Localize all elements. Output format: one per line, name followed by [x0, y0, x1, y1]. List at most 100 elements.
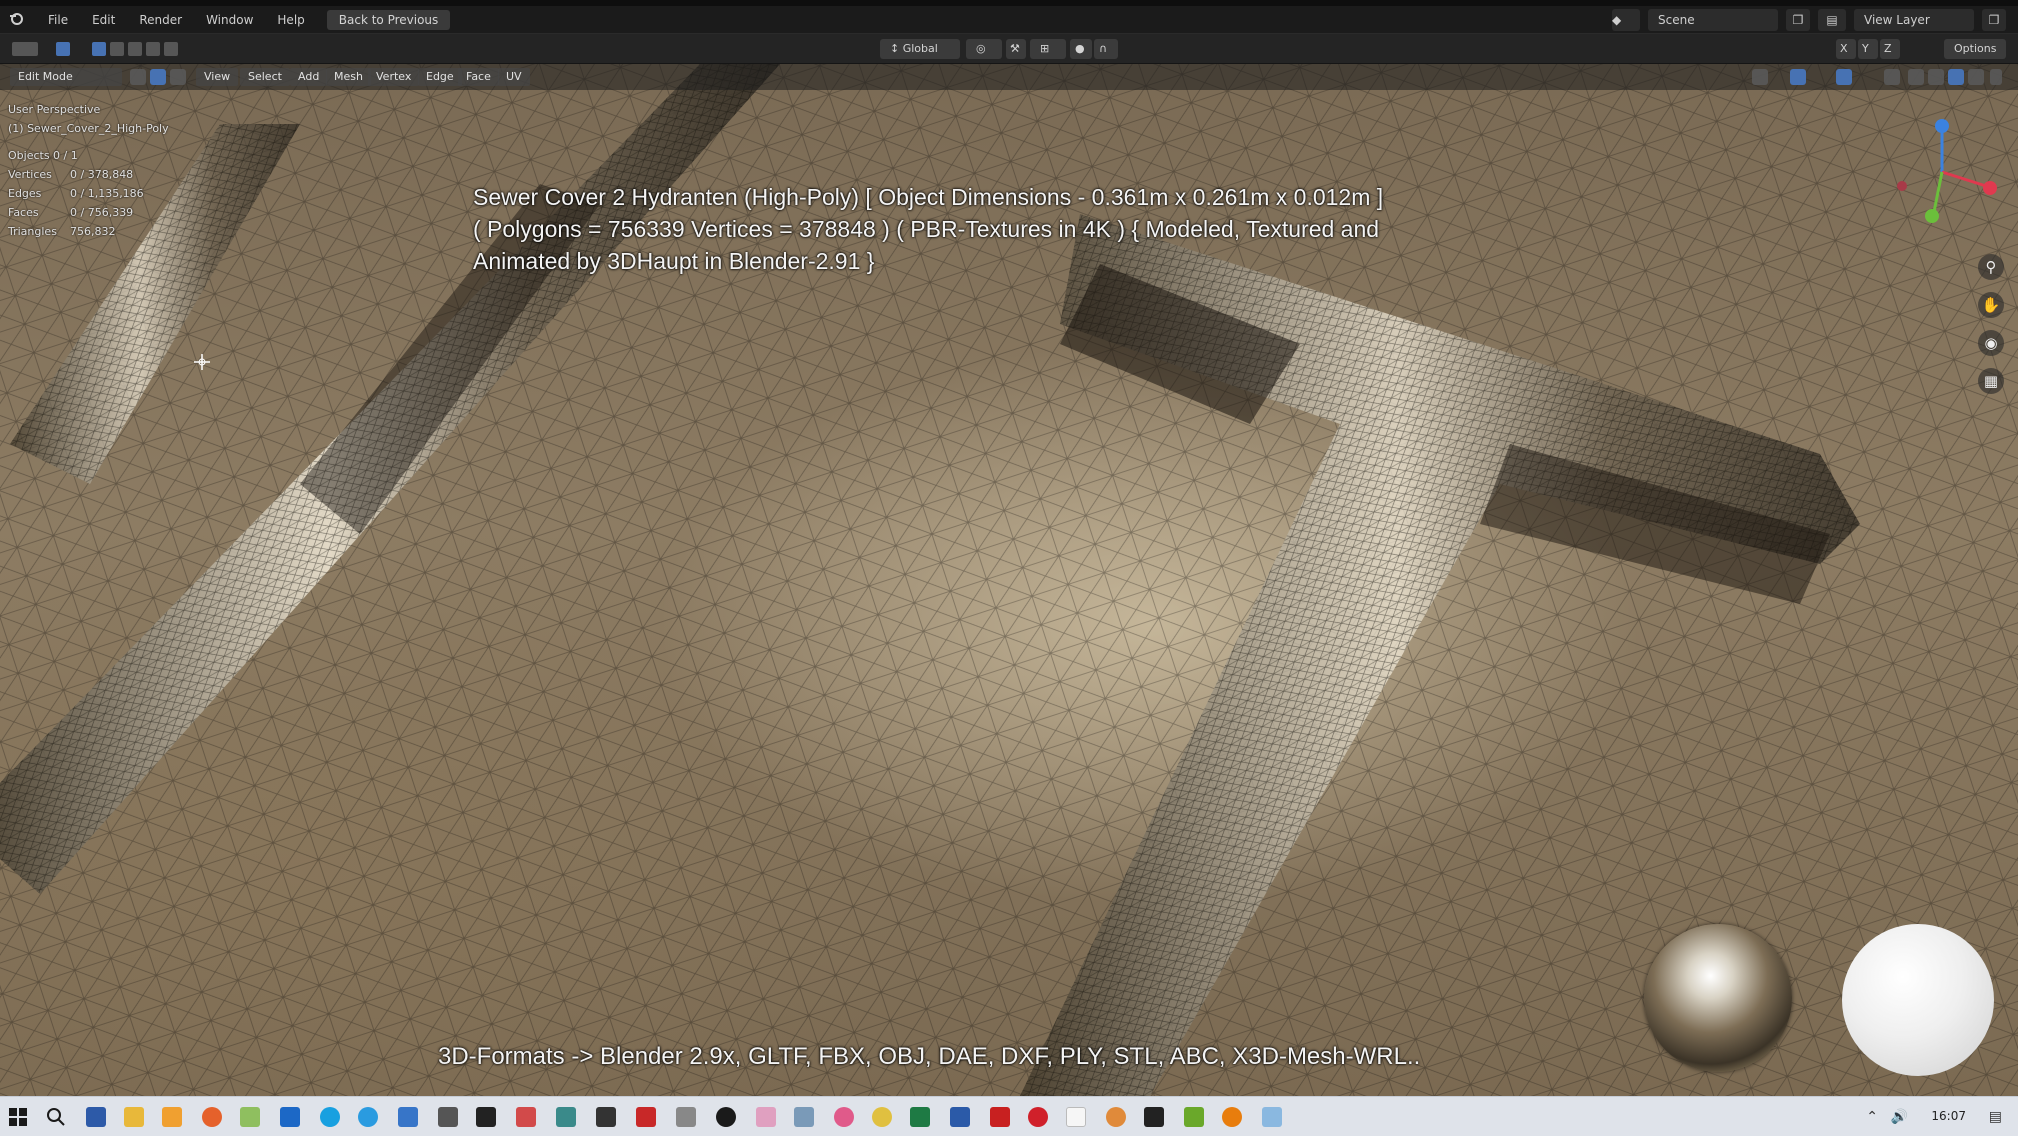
pan-hand-icon[interactable]: ✋: [1978, 292, 2004, 318]
save-app-icon[interactable]: [86, 1107, 106, 1127]
notification-center-icon[interactable]: ▤: [1989, 1109, 2002, 1125]
pivot-point-dropdown[interactable]: ◎: [966, 39, 1002, 59]
skype-icon[interactable]: [320, 1107, 340, 1127]
transform-orientation-dropdown[interactable]: ↕ Global: [880, 39, 960, 59]
select-box-icon[interactable]: [92, 42, 106, 56]
terminal-icon[interactable]: [1144, 1107, 1164, 1127]
menu-window[interactable]: Window: [194, 13, 265, 27]
menu-face[interactable]: Face: [458, 68, 499, 86]
search-icon[interactable]: [46, 1107, 66, 1127]
menu-mesh[interactable]: Mesh: [326, 68, 371, 86]
shading-options-icon[interactable]: [1990, 69, 2002, 85]
objects-count: Objects 0 / 1: [8, 149, 78, 162]
new-view-layer-icon[interactable]: ❐: [1982, 9, 2006, 31]
show-hidden-icons-icon[interactable]: ⌃: [1866, 1109, 1878, 1125]
app-orange-icon[interactable]: [1106, 1107, 1126, 1127]
menu-view[interactable]: View: [196, 68, 239, 86]
edge-select-icon[interactable]: [150, 69, 166, 85]
menu-edit[interactable]: Edit: [80, 13, 127, 27]
gizmo-toggle-icon[interactable]: [1790, 69, 1806, 85]
view-object-types-icon[interactable]: [1752, 69, 1768, 85]
app-circle-icon[interactable]: [716, 1107, 736, 1127]
new-scene-icon[interactable]: ❐: [1786, 9, 1810, 31]
menu-add[interactable]: Add: [290, 68, 328, 86]
app-dark-icon[interactable]: [438, 1107, 458, 1127]
app-red-icon[interactable]: [516, 1107, 536, 1127]
notepad-icon[interactable]: [240, 1107, 260, 1127]
app-green-icon[interactable]: [1184, 1107, 1204, 1127]
view-layer-field[interactable]: View Layer: [1854, 9, 1974, 31]
app-color-icon[interactable]: [834, 1107, 854, 1127]
select-subtract-icon[interactable]: [128, 42, 142, 56]
perspective-label: User Perspective: [8, 103, 101, 116]
menu-file[interactable]: File: [36, 13, 80, 27]
folder-icon[interactable]: [162, 1107, 182, 1127]
app-calc-icon[interactable]: [794, 1107, 814, 1127]
hdri-chrome-preview-sphere: [1644, 924, 1792, 1072]
app-blue-icon[interactable]: [398, 1107, 418, 1127]
back-to-previous-button[interactable]: Back to Previous: [326, 9, 451, 30]
scene-icon[interactable]: ◆: [1612, 9, 1640, 31]
zoom-icon[interactable]: ⚲: [1978, 254, 2004, 280]
mesh-symmetry-z[interactable]: Z: [1880, 39, 1900, 59]
app-diamond-icon[interactable]: [596, 1107, 616, 1127]
app-photo-icon[interactable]: [1262, 1107, 1282, 1127]
menu-vertex[interactable]: Vertex: [368, 68, 420, 86]
xray-toggle-icon[interactable]: [1884, 69, 1900, 85]
3d-viewport[interactable]: Edit Mode View Select Add Mesh Vertex Ed…: [0, 64, 2018, 1096]
select-invert-icon[interactable]: [146, 42, 160, 56]
app-pen-icon[interactable]: [556, 1107, 576, 1127]
menu-select[interactable]: Select: [240, 68, 290, 86]
shading-material-icon[interactable]: [1948, 69, 1964, 85]
perspective-toggle-icon[interactable]: ▦: [1978, 368, 2004, 394]
options-dropdown[interactable]: Options: [1944, 39, 2007, 59]
shading-rendered-icon[interactable]: [1968, 69, 1984, 85]
edge-browser-icon[interactable]: [358, 1107, 378, 1127]
menu-edge[interactable]: Edge: [418, 68, 462, 86]
volume-icon[interactable]: 🔊: [1891, 1109, 1908, 1125]
face-select-icon[interactable]: [170, 69, 186, 85]
navigation-gizmo[interactable]: [1882, 112, 2002, 252]
overlay-toggle-icon[interactable]: [1836, 69, 1852, 85]
windows-start-icon[interactable]: [8, 1107, 28, 1127]
menu-uv[interactable]: UV: [498, 68, 530, 86]
word-icon[interactable]: [950, 1107, 970, 1127]
firefox-icon[interactable]: [202, 1107, 222, 1127]
app-pdf-icon[interactable]: [636, 1107, 656, 1127]
outlook-icon[interactable]: [280, 1107, 300, 1127]
app-black-icon[interactable]: [476, 1107, 496, 1127]
camera-view-icon[interactable]: ◉: [1978, 330, 2004, 356]
app-star-icon[interactable]: [990, 1107, 1010, 1127]
scene-field[interactable]: Scene: [1648, 9, 1778, 31]
3d-cursor-icon[interactable]: [194, 354, 210, 370]
opera-icon[interactable]: [1028, 1107, 1048, 1127]
blender-logo-icon[interactable]: [0, 10, 36, 29]
taskbar-clock[interactable]: 16:07: [1931, 1109, 1966, 1123]
proportional-edit-toggle[interactable]: ●: [1070, 39, 1092, 59]
app-gray-icon[interactable]: [676, 1107, 696, 1127]
select-extend-icon[interactable]: [110, 42, 124, 56]
mode-dropdown[interactable]: Edit Mode: [10, 68, 122, 86]
view-layer-icon[interactable]: ▤: [1818, 9, 1846, 31]
file-explorer-icon[interactable]: [124, 1107, 144, 1127]
select-intersect-icon[interactable]: [164, 42, 178, 56]
mesh-symmetry-y[interactable]: Y: [1858, 39, 1878, 59]
snap-target-dropdown[interactable]: ⊞: [1030, 39, 1066, 59]
falloff-dropdown[interactable]: ∩: [1094, 39, 1118, 59]
menu-help[interactable]: Help: [265, 13, 316, 27]
snap-toggle[interactable]: ⚒: [1006, 39, 1026, 59]
select-tool-icon[interactable]: [56, 42, 70, 56]
app-paint-icon[interactable]: [756, 1107, 776, 1127]
orientation-icon: ↕: [890, 42, 903, 55]
blender-taskbar-icon[interactable]: [1222, 1107, 1242, 1127]
editor-type-icon[interactable]: [12, 42, 38, 56]
mesh-symmetry-x[interactable]: X: [1836, 39, 1856, 59]
vertex-select-icon[interactable]: [130, 69, 146, 85]
app-yellow-icon[interactable]: [872, 1107, 892, 1127]
shading-solid-icon[interactable]: [1928, 69, 1944, 85]
excel-icon[interactable]: [910, 1107, 930, 1127]
menu-render[interactable]: Render: [127, 13, 194, 27]
blank-document-icon[interactable]: [1066, 1107, 1086, 1127]
shading-wireframe-icon[interactable]: [1908, 69, 1924, 85]
viewport-header: Edit Mode View Select Add Mesh Vertex Ed…: [0, 64, 2018, 90]
